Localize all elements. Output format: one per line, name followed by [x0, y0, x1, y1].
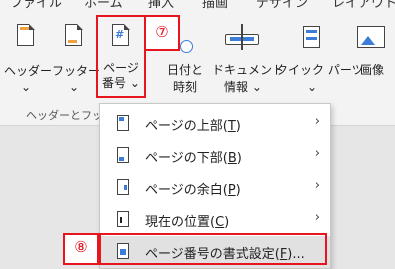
- date-time-label-line1: 日付と: [166, 63, 203, 77]
- highlight-box-format-page-numbers: [99, 233, 327, 265]
- document-info-button[interactable]: ドキュメント 情報 ⌄: [212, 16, 285, 104]
- chevron-right-icon: ›: [314, 210, 320, 225]
- annotation-8: ⑧: [74, 238, 88, 256]
- date-time-label-line2: 時刻: [172, 80, 197, 94]
- tab-insert[interactable]: 挿入: [148, 0, 174, 11]
- header-icon: [16, 22, 36, 48]
- picture-icon: [357, 22, 387, 50]
- tab-home[interactable]: ホーム: [84, 0, 123, 11]
- header-label: ヘッダー: [4, 64, 53, 78]
- menu-item-current-position[interactable]: 現在の位置(C) ›: [100, 204, 330, 236]
- menu-item-page-margins[interactable]: ページの余白(P) ›: [100, 172, 330, 204]
- tab-layout[interactable]: レイアウト: [332, 0, 395, 11]
- quick-parts-button[interactable]: クイック パーツ ⌄: [276, 16, 364, 104]
- quick-parts-icon: [301, 22, 323, 50]
- image-button[interactable]: 画像: [352, 16, 392, 104]
- date-time-button[interactable]: 日付と 時刻: [160, 16, 210, 104]
- page-bottom-icon: [117, 147, 129, 163]
- document-info-icon: [225, 22, 261, 50]
- chevron-down-icon: ⌄: [251, 80, 262, 94]
- tab-design[interactable]: デザイン: [256, 0, 308, 11]
- menu-item-label: ページの下部(B): [145, 151, 242, 166]
- tab-draw[interactable]: 描画: [202, 0, 228, 11]
- menu-item-label: ページの上部(T): [145, 119, 241, 134]
- menu-item-label: 現在の位置(C): [145, 215, 230, 230]
- chevron-right-icon: ›: [314, 178, 320, 193]
- header-button[interactable]: ヘッダー ⌄: [4, 16, 53, 104]
- chevron-right-icon: ›: [314, 114, 320, 129]
- footer-label: フッター: [52, 64, 101, 78]
- document-info-label-line2: 情報 ⌄: [224, 80, 262, 94]
- page-top-icon: [117, 115, 129, 131]
- tab-file[interactable]: ファイル: [10, 0, 62, 11]
- group-label-header-footer: ヘッダーとフッ: [26, 109, 103, 122]
- menu-item-top-of-page[interactable]: ページの上部(T) ›: [100, 108, 330, 140]
- current-position-icon: [117, 211, 129, 227]
- quick-parts-label: クイック パーツ: [276, 63, 364, 77]
- highlight-box-page-number: [96, 15, 146, 98]
- menu-item-label: ページの余白(P): [145, 183, 241, 198]
- chevron-right-icon: ›: [314, 146, 320, 161]
- chevron-down-icon: ⌄: [68, 80, 80, 94]
- menu-item-bottom-of-page[interactable]: ページの下部(B) ›: [100, 140, 330, 172]
- chevron-down-icon: ⌄: [306, 80, 318, 94]
- page-margin-icon: [117, 179, 129, 195]
- ribbon-tab-strip: ファイル ホーム 挿入 描画 デザイン レイアウト: [0, 0, 395, 16]
- footer-button[interactable]: フッター ⌄: [52, 16, 101, 104]
- footer-icon: [64, 22, 84, 48]
- image-label: 画像: [359, 63, 384, 77]
- chevron-down-icon: ⌄: [20, 80, 32, 94]
- document-info-label-line1: ドキュメント: [212, 63, 285, 77]
